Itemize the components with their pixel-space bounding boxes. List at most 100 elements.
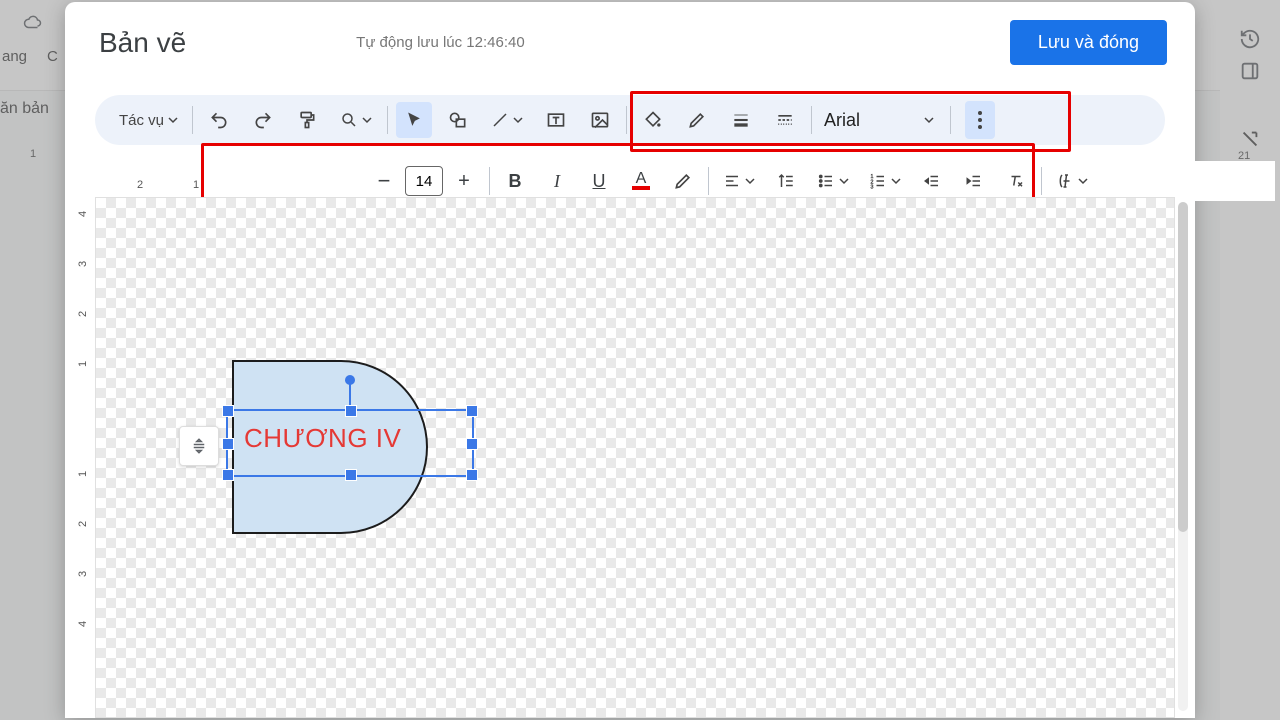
shapes-icon — [447, 110, 469, 130]
bullet-list-menu[interactable] — [811, 164, 855, 198]
actions-menu-label: Tác vụ — [119, 112, 164, 129]
textbox-content[interactable]: CHƯƠNG IV — [244, 423, 401, 454]
fill-icon — [643, 110, 663, 130]
toolbar-separator — [387, 106, 388, 134]
line-weight-icon — [731, 110, 751, 130]
chevron-down-icon — [891, 176, 901, 186]
image-icon — [590, 110, 610, 130]
drawing-dialog: Bản vẽ Tự động lưu lúc 12:46:40 Lưu và đ… — [65, 2, 1195, 718]
font-size-increase[interactable]: + — [447, 164, 481, 198]
line-tool[interactable] — [484, 102, 530, 138]
svg-text:3: 3 — [871, 185, 874, 191]
svg-text:1: 1 — [871, 174, 874, 180]
shape-tool[interactable] — [440, 102, 476, 138]
zoom-icon — [340, 111, 358, 129]
resize-handle-ne[interactable] — [466, 405, 478, 417]
chevron-down-icon — [513, 115, 523, 125]
toolbar-separator — [1041, 167, 1042, 195]
chevron-down-icon — [362, 115, 372, 125]
horizontal-ruler-row: 2 1 15 16 − + B I U A — [79, 151, 1181, 197]
chevron-down-icon — [924, 115, 934, 125]
resize-handle-s[interactable] — [345, 469, 357, 481]
autosave-status: Tự động lưu lúc 12:46:40 — [356, 34, 525, 51]
indent-decrease-button[interactable] — [915, 164, 949, 198]
border-weight-button[interactable] — [723, 102, 759, 138]
cursor-icon — [404, 110, 424, 130]
border-color-button[interactable] — [679, 102, 715, 138]
actions-menu[interactable]: Tác vụ — [109, 112, 188, 129]
indent-decrease-icon — [923, 172, 941, 190]
align-menu[interactable] — [717, 164, 761, 198]
font-family-select[interactable]: Arial — [816, 110, 946, 131]
more-options-button[interactable] — [965, 101, 995, 139]
toolbar-separator — [950, 106, 951, 134]
toolbar-separator — [626, 106, 627, 134]
highlighter-icon — [673, 171, 693, 191]
toolbar-separator — [489, 167, 490, 195]
paint-format-button[interactable] — [289, 102, 325, 138]
clear-formatting-button[interactable] — [999, 164, 1033, 198]
vertical-ruler: 4 3 2 1 1 2 3 4 — [75, 197, 95, 718]
chevron-down-icon — [168, 115, 178, 125]
font-family-value: Arial — [824, 110, 860, 131]
paint-roller-icon — [297, 110, 317, 130]
resize-handle-se[interactable] — [466, 469, 478, 481]
image-tool[interactable] — [582, 102, 618, 138]
align-icon — [723, 172, 741, 190]
textbox-icon — [546, 110, 566, 130]
clear-format-icon — [1007, 172, 1025, 190]
numbered-list-menu[interactable]: 123 — [863, 164, 907, 198]
font-size-decrease[interactable]: − — [367, 164, 401, 198]
border-dash-button[interactable] — [767, 102, 803, 138]
dialog-title: Bản vẽ — [99, 27, 186, 59]
drawing-toolbar: Tác vụ — [95, 95, 1165, 145]
chevron-down-icon — [839, 176, 849, 186]
numbered-list-icon: 123 — [869, 172, 887, 190]
highlight-color-button[interactable] — [666, 164, 700, 198]
line-icon — [491, 111, 509, 129]
canvas-scrollbar[interactable] — [1178, 202, 1188, 711]
undo-button[interactable] — [201, 102, 237, 138]
drag-handle-icon — [190, 437, 208, 455]
select-tool[interactable] — [396, 102, 432, 138]
indent-increase-icon — [965, 172, 983, 190]
font-size-input[interactable] — [405, 166, 443, 196]
resize-handle-w[interactable] — [222, 438, 234, 450]
bullet-list-icon — [817, 172, 835, 190]
indent-increase-button[interactable] — [957, 164, 991, 198]
line-dash-icon — [775, 110, 795, 130]
input-tools-menu[interactable] — [1050, 164, 1094, 198]
chevron-down-icon — [1078, 176, 1088, 186]
move-handle[interactable] — [179, 426, 219, 466]
toolbar-separator — [192, 106, 193, 134]
resize-handle-e[interactable] — [466, 438, 478, 450]
save-and-close-button[interactable]: Lưu và đóng — [1010, 20, 1167, 65]
toolbar-separator — [708, 167, 709, 195]
rotation-handle[interactable] — [345, 375, 355, 385]
resize-handle-sw[interactable] — [222, 469, 234, 481]
fill-color-button[interactable] — [635, 102, 671, 138]
input-tools-icon — [1056, 172, 1074, 190]
zoom-menu[interactable] — [333, 102, 379, 138]
dialog-header: Bản vẽ Tự động lưu lúc 12:46:40 Lưu và đ… — [65, 2, 1195, 73]
resize-handle-n[interactable] — [345, 405, 357, 417]
undo-icon — [209, 110, 229, 130]
textbox-tool[interactable] — [538, 102, 574, 138]
redo-icon — [253, 110, 273, 130]
text-format-toolbar: − + B I U A — [363, 161, 1275, 201]
line-spacing-icon — [777, 172, 795, 190]
line-spacing-button[interactable] — [769, 164, 803, 198]
scrollbar-thumb[interactable] — [1178, 202, 1188, 532]
selected-textbox[interactable]: CHƯƠNG IV — [226, 409, 474, 477]
underline-button[interactable]: U — [582, 164, 616, 198]
pen-icon — [687, 110, 707, 130]
chevron-down-icon — [745, 176, 755, 186]
more-vertical-icon — [978, 111, 982, 129]
text-color-button[interactable]: A — [624, 164, 658, 198]
redo-button[interactable] — [245, 102, 281, 138]
bold-button[interactable]: B — [498, 164, 532, 198]
drawing-canvas[interactable]: CHƯƠNG IV — [95, 197, 1175, 718]
italic-button[interactable]: I — [540, 164, 574, 198]
toolbar-separator — [811, 106, 812, 134]
resize-handle-nw[interactable] — [222, 405, 234, 417]
